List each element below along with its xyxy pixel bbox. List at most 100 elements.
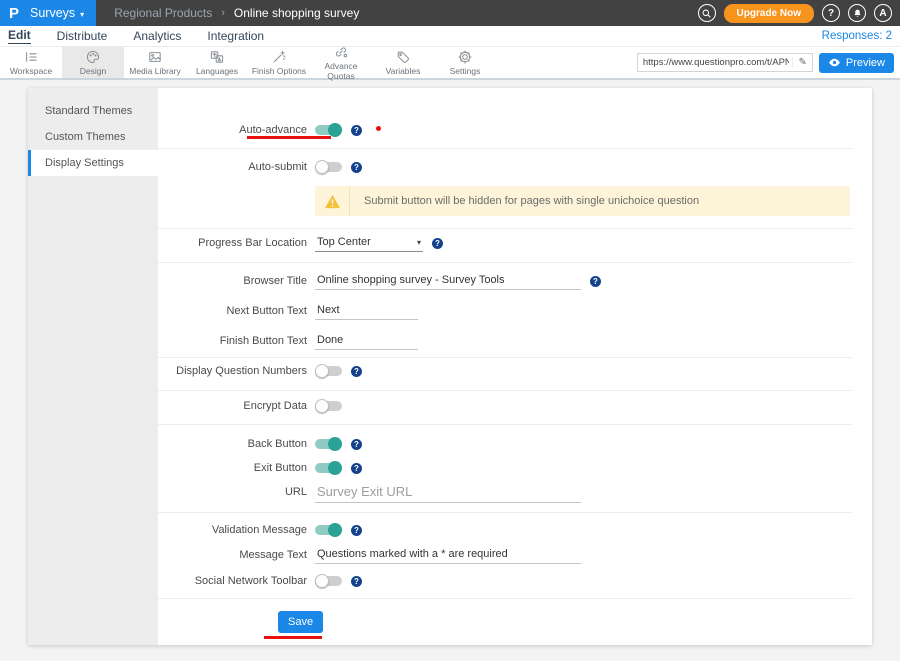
next-button-text-input[interactable] xyxy=(315,302,418,320)
social-network-toolbar-toggle[interactable] xyxy=(315,574,342,588)
select-caret-icon: ▾ xyxy=(417,238,421,247)
exit-url-input[interactable] xyxy=(315,482,581,503)
workspace-list-icon xyxy=(23,49,39,65)
auto-advance-toggle[interactable] xyxy=(315,123,342,137)
notifications-bell-icon[interactable] xyxy=(848,4,866,22)
tag-icon xyxy=(395,49,411,65)
toolbar-item-design[interactable]: Design xyxy=(62,47,124,78)
warning-text: Submit button will be hidden for pages w… xyxy=(350,195,699,207)
annotation-underline-auto-advance xyxy=(247,136,331,139)
search-icon[interactable] xyxy=(698,4,716,22)
validation-message-row: Validation Message ? xyxy=(158,519,362,541)
progress-bar-location-label: Progress Bar Location xyxy=(158,237,307,249)
chevron-down-icon: ▾ xyxy=(80,10,84,19)
auto-submit-toggle[interactable] xyxy=(315,160,342,174)
back-button-help-icon[interactable]: ? xyxy=(351,439,362,450)
gear-icon xyxy=(457,49,473,65)
auto-submit-label: Auto-submit xyxy=(158,161,307,173)
browser-title-row: Browser Title ? xyxy=(158,270,601,292)
breadcrumb: Regional Products › Online shopping surv… xyxy=(96,0,697,26)
toolbar-item-label: Workspace xyxy=(10,66,52,76)
toolbar-right: ✎ Preview xyxy=(637,47,900,78)
toolbar-item-label: Design xyxy=(80,66,106,76)
back-button-label: Back Button xyxy=(158,438,307,450)
design-sidebar: Standard Themes Custom Themes Display Se… xyxy=(28,88,158,645)
tab-integration[interactable]: Integration xyxy=(207,29,264,44)
display-settings-panel: Auto-advance ? Auto-submit ? xyxy=(158,88,872,645)
message-text-label: Message Text xyxy=(158,549,307,561)
display-question-numbers-label: Display Question Numbers xyxy=(158,365,307,377)
avatar[interactable]: A xyxy=(874,4,892,22)
toolbar-item-workspace[interactable]: Workspace xyxy=(0,47,62,78)
divider xyxy=(158,228,852,229)
auto-advance-help-icon[interactable]: ? xyxy=(351,125,362,136)
exit-button-row: Exit Button ? xyxy=(158,457,362,479)
toolbar-item-settings[interactable]: Settings xyxy=(434,47,496,78)
tab-edit[interactable]: Edit xyxy=(8,28,31,44)
save-button[interactable]: Save xyxy=(278,611,323,633)
divider xyxy=(158,357,852,358)
breadcrumb-parent[interactable]: Regional Products xyxy=(114,6,212,20)
exit-button-toggle[interactable] xyxy=(315,461,342,475)
browser-title-input[interactable] xyxy=(315,272,581,290)
divider xyxy=(158,262,852,263)
preview-button-label: Preview xyxy=(846,57,885,69)
top-header: P Surveys ▾ Regional Products › Online s… xyxy=(0,0,900,26)
questionpro-logo-icon: P xyxy=(9,6,19,21)
toolbar-item-label: Finish Options xyxy=(252,66,306,76)
tab-distribute[interactable]: Distribute xyxy=(57,29,108,44)
toolbar-item-variables[interactable]: Variables xyxy=(372,47,434,78)
progress-bar-location-row: Progress Bar Location Top Center ▾ ? xyxy=(158,232,443,254)
toolbar-item-advance-quotas[interactable]: Advance Quotas xyxy=(310,47,372,78)
toolbar-item-label: Variables xyxy=(386,66,421,76)
toolbar-item-label: Advance Quotas xyxy=(310,61,372,81)
tab-analytics[interactable]: Analytics xyxy=(133,29,181,44)
browser-title-help-icon[interactable]: ? xyxy=(590,276,601,287)
sidebar-item-display-settings[interactable]: Display Settings xyxy=(28,150,158,176)
surveys-menu[interactable]: Surveys ▾ xyxy=(30,6,84,20)
toolbar-item-finish-options[interactable]: Finish Options xyxy=(248,47,310,78)
preview-button[interactable]: Preview xyxy=(819,53,894,73)
finish-button-text-row: Finish Button Text xyxy=(158,330,418,352)
progress-bar-location-select[interactable]: Top Center ▾ xyxy=(315,234,423,252)
responses-count[interactable]: Responses: 2 xyxy=(822,30,892,42)
exit-url-label: URL xyxy=(158,486,307,498)
annotation-red-dot xyxy=(376,126,381,131)
social-network-toolbar-help-icon[interactable]: ? xyxy=(351,576,362,587)
toolbar-item-languages[interactable]: Languages xyxy=(186,47,248,78)
toolbar-item-label: Languages xyxy=(196,66,238,76)
validation-message-toggle[interactable] xyxy=(315,523,342,537)
encrypt-data-label: Encrypt Data xyxy=(158,400,307,412)
exit-button-help-icon[interactable]: ? xyxy=(351,463,362,474)
validation-message-help-icon[interactable]: ? xyxy=(351,525,362,536)
sidebar-item-custom-themes[interactable]: Custom Themes xyxy=(28,124,158,150)
sidebar-item-standard-themes[interactable]: Standard Themes xyxy=(28,98,158,124)
display-question-numbers-toggle[interactable] xyxy=(315,364,342,378)
design-settings-card: Standard Themes Custom Themes Display Se… xyxy=(28,88,872,645)
edit-url-pencil-icon[interactable]: ✎ xyxy=(792,57,811,68)
divider xyxy=(158,390,852,391)
back-button-row: Back Button ? xyxy=(158,433,362,455)
help-icon[interactable]: ? xyxy=(822,4,840,22)
chain-link-icon xyxy=(333,44,349,60)
submit-hidden-warning: Submit button will be hidden for pages w… xyxy=(315,186,850,216)
display-question-numbers-help-icon[interactable]: ? xyxy=(351,366,362,377)
upgrade-now-button[interactable]: Upgrade Now xyxy=(724,4,814,23)
message-text-input[interactable] xyxy=(315,546,581,564)
next-button-text-row: Next Button Text xyxy=(158,300,418,322)
toolbar-item-media-library[interactable]: Media Library xyxy=(124,47,186,78)
survey-url-input[interactable] xyxy=(638,57,793,68)
next-button-text-label: Next Button Text xyxy=(158,305,307,317)
display-question-numbers-row: Display Question Numbers ? xyxy=(158,360,362,382)
progress-bar-help-icon[interactable]: ? xyxy=(432,238,443,249)
encrypt-data-toggle[interactable] xyxy=(315,399,342,413)
finish-button-text-input[interactable] xyxy=(315,332,418,350)
social-network-toolbar-row: Social Network Toolbar ? xyxy=(158,570,362,592)
divider xyxy=(158,512,852,513)
translate-icon xyxy=(209,49,225,65)
toolbar-item-label: Media Library xyxy=(129,66,181,76)
app-logo-menu[interactable]: P Surveys ▾ xyxy=(0,0,96,26)
auto-advance-label: Auto-advance xyxy=(158,124,307,136)
auto-submit-help-icon[interactable]: ? xyxy=(351,162,362,173)
back-button-toggle[interactable] xyxy=(315,437,342,451)
